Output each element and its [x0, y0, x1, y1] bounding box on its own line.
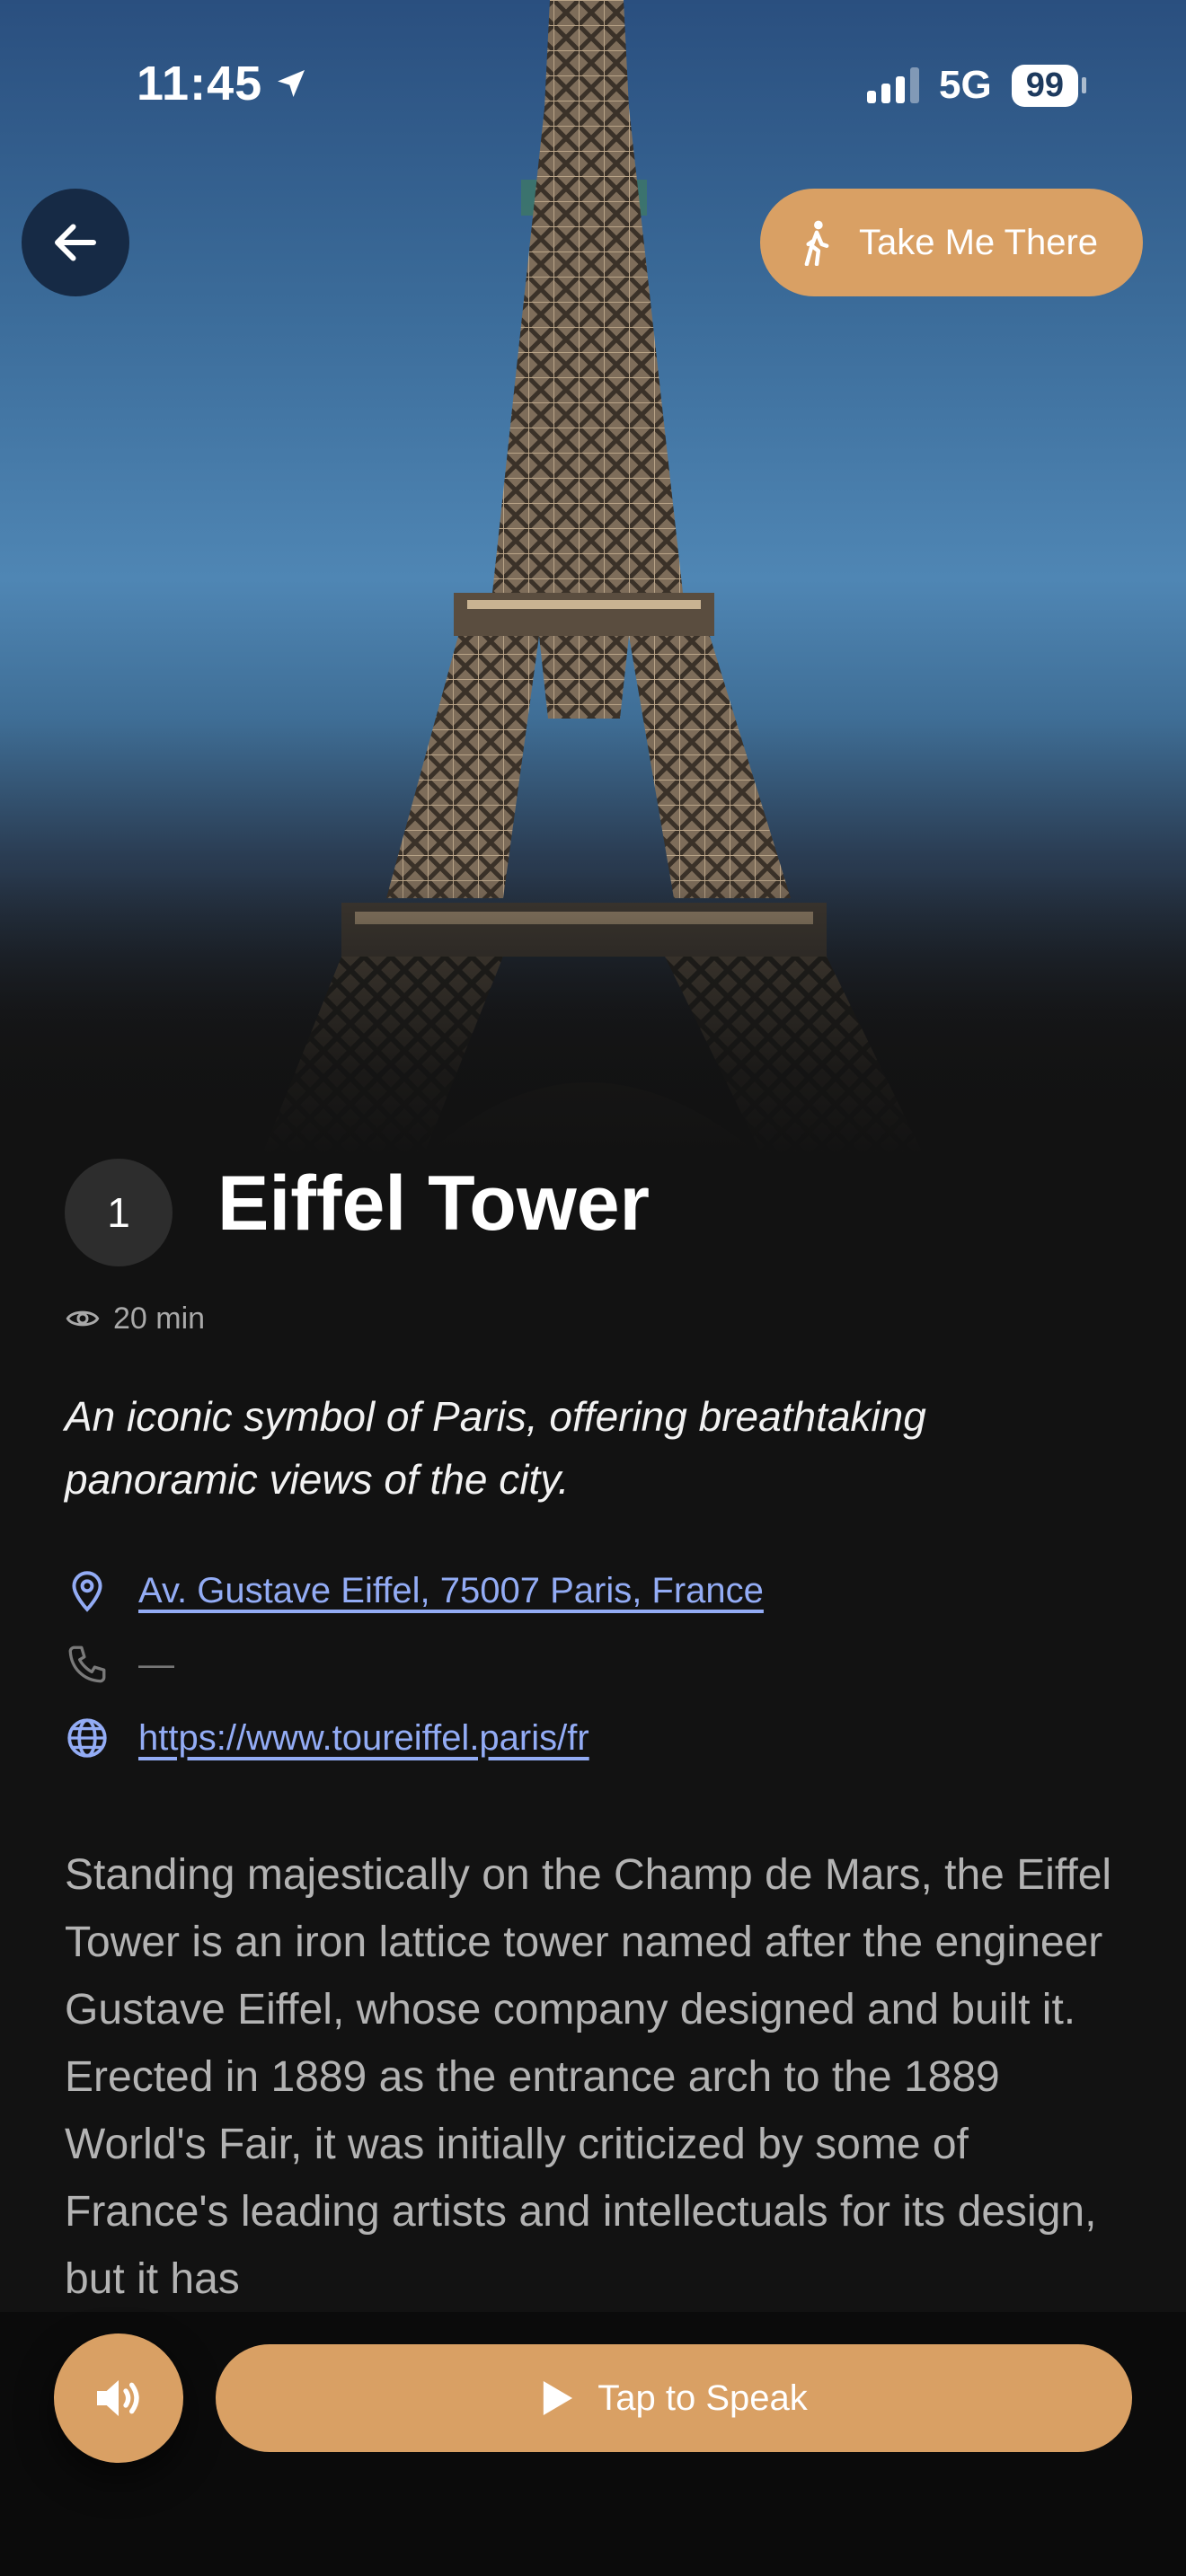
- stop-number-badge: 1: [65, 1159, 173, 1266]
- phone-value: —: [138, 1644, 174, 1684]
- phone-icon: [68, 1645, 106, 1683]
- signal-icon: [867, 67, 920, 103]
- tagline: An iconic symbol of Paris, offering brea…: [65, 1393, 926, 1503]
- audio-button[interactable]: [54, 2333, 183, 2463]
- take-me-there-button[interactable]: Take Me There: [760, 189, 1143, 296]
- location-arrow-icon: [278, 70, 305, 97]
- map-pin-icon: [72, 1571, 102, 1612]
- take-me-there-label: Take Me There: [859, 222, 1099, 262]
- bottom-bar: Tap to Speak: [0, 2312, 1186, 2576]
- time-label: 11:45: [137, 57, 263, 110]
- hero-image: [0, 0, 1186, 1159]
- duration: 20 min: [65, 1301, 205, 1337]
- address-row: Av. Gustave Eiffel, 75007 Paris, France: [65, 1554, 764, 1628]
- globe-icon: [67, 1718, 107, 1758]
- speaker-icon: [97, 2380, 139, 2416]
- network-label: 5G: [939, 63, 992, 107]
- status-time: 11:45: [137, 56, 309, 111]
- arrow-left-icon: [55, 224, 96, 261]
- website-link[interactable]: https://www.toureiffel.paris/fr: [138, 1718, 589, 1759]
- description-text: Standing majestically on the Champ de Ma…: [65, 1851, 1112, 2303]
- play-icon: [544, 2381, 573, 2415]
- phone-row: —: [65, 1628, 764, 1701]
- tap-to-speak-button[interactable]: Tap to Speak: [216, 2344, 1132, 2452]
- walking-person-icon: [804, 220, 829, 266]
- status-bar: 11:45 5G 99: [0, 0, 1186, 171]
- page-title: Eiffel Tower: [217, 1160, 651, 1247]
- eye-icon: [66, 1310, 100, 1327]
- address-link[interactable]: Av. Gustave Eiffel, 75007 Paris, France: [138, 1571, 764, 1611]
- battery-indicator: 99: [1011, 64, 1087, 107]
- tap-to-speak-label: Tap to Speak: [597, 2378, 808, 2418]
- duration-label: 20 min: [113, 1301, 206, 1336]
- back-button[interactable]: [22, 189, 129, 296]
- contact-info: Av. Gustave Eiffel, 75007 Paris, France …: [65, 1554, 764, 1775]
- website-row: https://www.toureiffel.paris/fr: [65, 1701, 764, 1775]
